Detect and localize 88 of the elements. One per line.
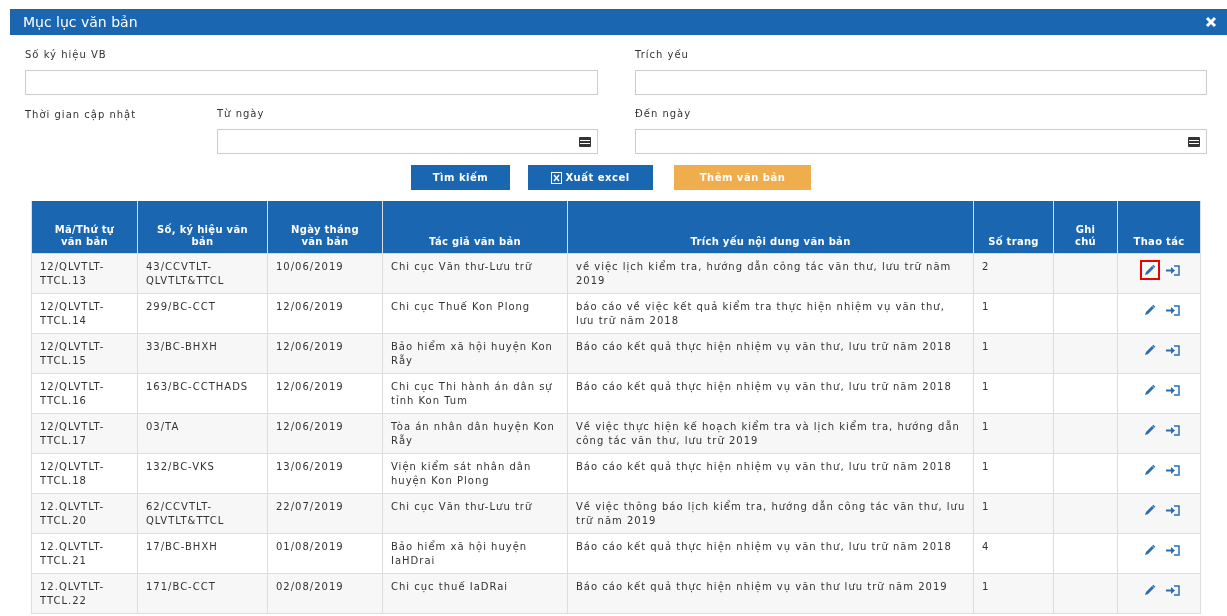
column-header: Ghi chú [1053,201,1118,254]
table-cell: Viện kiểm sát nhân dân huyện Kon Plong [382,453,568,494]
table-cell: Tòa án nhân dân huyện Kon Rẫy [382,413,568,454]
table-cell: 299/BC-CCT [137,293,268,334]
table-cell: Chi cục Văn thư-Lưu trữ [382,493,568,534]
table-cell: 12/QLVTLT-TTCL.13 [31,253,138,294]
field-label: Thời gian cập nhật [25,108,138,122]
table-cell: 33/BC-BHXH [137,333,268,374]
sign-in-icon[interactable] [1166,584,1180,596]
table-cell: 1 [973,373,1054,414]
table-cell: 02/08/2019 [267,573,383,614]
field-label: Từ ngày [217,108,266,121]
table-cell: Chi cục thuế IaDRai [382,573,568,614]
close-icon[interactable] [1205,16,1217,28]
table-cell: 22/07/2019 [267,493,383,534]
table-cell: 132/BC-VKS [137,453,268,494]
table-cell: 12/06/2019 [267,333,383,374]
sign-in-icon[interactable] [1166,424,1180,436]
table-cell: 171/BC-CCT [137,573,268,614]
table-cell: 1 [973,453,1054,494]
table-cell: 2 [973,253,1054,294]
table-cell: Chi cục Văn thư-Lưu trữ [382,253,568,294]
dialog-title: Mục lục văn bản [23,14,138,30]
table-cell: 12/QLVTLT-TTCL.16 [31,373,138,414]
table-cell: Bảo hiểm xã hội huyện IaHDrai [382,533,568,574]
input-field[interactable] [635,70,1207,95]
table-cell: 1 [973,493,1054,534]
table-cell: 01/08/2019 [267,533,383,574]
table-cell: Báo cáo kết quả thực hiện nhiệm vụ văn thư, lưu trữ năm 2018 [567,533,974,574]
column-header: Số trang [973,201,1054,254]
search-button[interactable]: Tìm kiếm [411,165,510,190]
column-header: Mã/Thứ tự văn bản [31,201,138,254]
column-header: Trích yếu nội dung văn bản [567,201,974,254]
table-cell: Chi cục Thuế Kon Plong [382,293,568,334]
table-cell: 12/06/2019 [267,373,383,414]
sign-in-icon[interactable] [1166,544,1180,556]
table-cell: 12/QLVTLT-TTCL.14 [31,293,138,334]
column-header: Số, ký hiệu văn bản [137,201,268,254]
table-cell: 163/BC-CCTHADS [137,373,268,414]
table-cell: 10/06/2019 [267,253,383,294]
table-cell: 1 [973,293,1054,334]
table-cell: Chi cục Thi hành án dân sự tỉnh Kon Tum [382,373,568,414]
column-header: Thao tác [1117,201,1201,254]
edit-icon[interactable] [1140,260,1160,280]
sign-in-icon[interactable] [1166,304,1180,316]
table-cell: Về việc thực hiện kế hoạch kiểm tra và lịch kiểm tra, hướng dẫn công tác văn thư, lưu trữ 2019 [567,413,974,454]
sign-in-icon[interactable] [1166,344,1180,356]
field-label: Số ký hiệu VB [25,49,108,62]
table-cell: 1 [973,333,1054,374]
table-cell: 43/CCVTLT-QLVTLT&TTCL [137,253,268,294]
table-cell: 4 [973,533,1054,574]
input-field[interactable] [25,70,598,95]
date-field[interactable] [217,129,598,154]
column-header: Tác giả văn bản [382,201,568,254]
table-cell: 12/06/2019 [267,413,383,454]
table-cell: 12/QLVTLT-TTCL.15 [31,333,138,374]
table-cell: 17/BC-BHXH [137,533,268,574]
table-cell: 03/TA [137,413,268,454]
table-cell: 1 [973,413,1054,454]
column-header: Ngày tháng văn bản [267,201,383,254]
table-cell: 1 [973,573,1054,614]
calendar-icon[interactable] [1188,136,1200,147]
table-cell: Báo cáo kết quả thực hiện nhiệm vụ văn thư, lưu trữ năm 2018 [567,453,974,494]
table-cell: 12/QLVTLT-TTCL.18 [31,453,138,494]
table-cell: 12.QLVTLT-TTCL.21 [31,533,138,574]
table-cell: Báo cáo kết quả thực hiện nhiệm vụ văn thư, lưu trữ năm 2018 [567,373,974,414]
sign-in-icon[interactable] [1166,264,1180,276]
table-cell: Về việc thông báo lịch kiểm tra, hướng dẫn công tác văn thư, lưu trữ năm 2019 [567,493,974,534]
table-cell: Bảo hiểm xã hội huyện Kon Rẫy [382,333,568,374]
field-label: Đến ngày [635,108,693,121]
sign-in-icon[interactable] [1166,464,1180,476]
field-label: Trích yếu [635,49,690,62]
sign-in-icon[interactable] [1166,384,1180,396]
table-cell: báo cáo về việc kết quả kiểm tra thực hiện nhiệm vụ văn thư, lưu trữ năm 2018 [567,293,974,334]
table-cell: 12/QLVTLT-TTCL.17 [31,413,138,454]
calendar-icon[interactable] [579,136,591,147]
table-cell: 12/06/2019 [267,293,383,334]
table-cell: về việc lịch kiểm tra, hướng dẫn công tác văn thư, lưu trữ năm 2019 [567,253,974,294]
table-cell: Báo cáo kết quả thực hiện nhiệm vụ văn thư lưu trữ năm 2019 [567,573,974,614]
table-cell: Báo cáo kết quả thực hiện nhiệm vụ văn thư, lưu trữ năm 2018 [567,333,974,374]
table-cell: 12.QLVTLT-TTCL.20 [31,493,138,534]
table-cell: 12.QLVTLT-TTCL.22 [31,573,138,614]
sign-in-icon[interactable] [1166,504,1180,516]
table-cell: 62/CCVTLT-QLVTLT&TTCL [137,493,268,534]
date-field[interactable] [635,129,1207,154]
table-cell: 13/06/2019 [267,453,383,494]
spreadsheet-icon [551,171,563,184]
export-button[interactable]: Xuất excel [528,165,653,190]
